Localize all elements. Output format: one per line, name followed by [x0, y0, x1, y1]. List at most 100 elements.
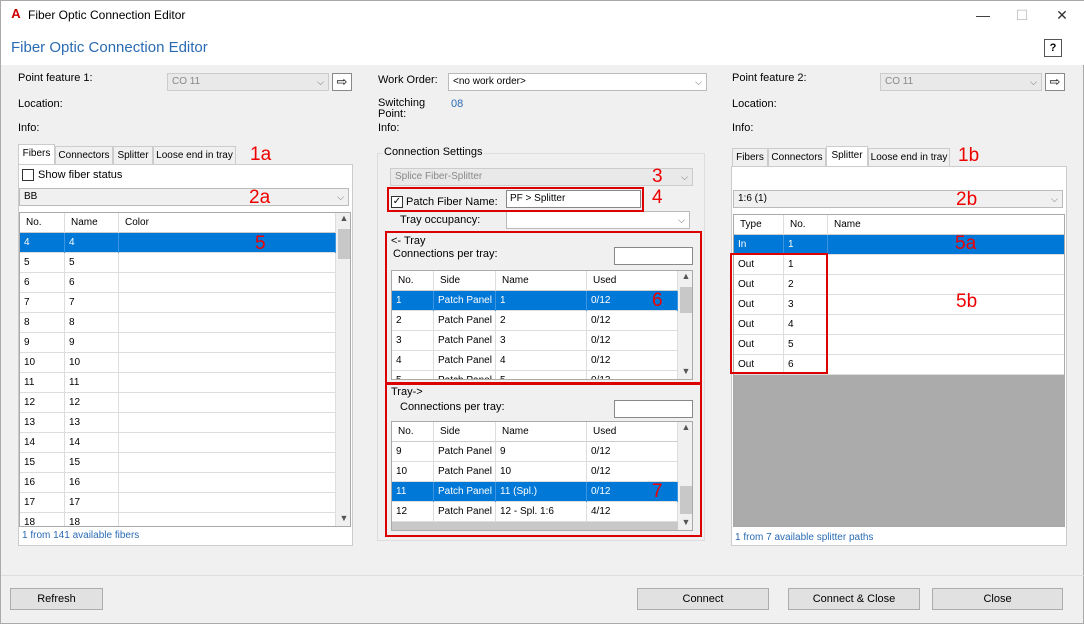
table-cell: 9: [20, 333, 65, 353]
scroll-down-icon[interactable]: ▼: [336, 513, 350, 526]
arrow-right-icon[interactable]: ⇨: [1045, 73, 1065, 91]
table-cell: 7: [20, 293, 65, 313]
table-row[interactable]: 17 17: [20, 493, 336, 513]
close-button[interactable]: Close: [932, 588, 1063, 610]
table-cell: 10: [65, 353, 119, 373]
table-cell: [828, 255, 1064, 275]
table-cell: [119, 333, 336, 353]
table-cell: [119, 393, 336, 413]
table-row[interactable]: 66: [20, 273, 336, 293]
table-cell: 14: [20, 433, 65, 453]
table-cell: 8: [20, 313, 65, 333]
scroll-up-icon[interactable]: ▲: [336, 213, 350, 227]
annotation-6: 6: [652, 290, 663, 311]
table-cell: [828, 235, 1064, 255]
annotation-box-tray-out: [385, 383, 702, 537]
fibers-scrollbar[interactable]: ▲ ▼: [336, 213, 350, 526]
tab-splitter[interactable]: Splitter: [826, 146, 868, 166]
table-cell: 6: [20, 273, 65, 293]
arrow-right-icon[interactable]: ⇨: [332, 73, 352, 91]
point-feature-2-select[interactable]: CO 11 ⌵: [880, 73, 1042, 91]
table-cell: 5: [65, 253, 119, 273]
cable-value: BB: [24, 191, 38, 202]
table-cell: [119, 433, 336, 453]
col-no[interactable]: No.: [784, 215, 828, 235]
table-cell: [119, 453, 336, 473]
col-no[interactable]: No.: [20, 213, 65, 233]
cable-select[interactable]: BB ⌵: [19, 188, 349, 206]
table-row[interactable]: 12 12: [20, 393, 336, 413]
maximize-button[interactable]: ☐: [1007, 5, 1037, 25]
point-feature-2-label: Point feature 2:: [732, 72, 807, 84]
table-row[interactable]: 16 16: [20, 473, 336, 493]
minimize-button[interactable]: —: [968, 5, 998, 25]
splitter-value: 1:6 (1): [738, 193, 767, 204]
tab-loose-end[interactable]: Loose end in tray: [153, 146, 236, 164]
table-row[interactable]: In 1: [734, 235, 1064, 255]
chevron-down-icon: ⌵: [695, 77, 702, 87]
tab-connectors[interactable]: Connectors: [55, 146, 113, 164]
show-fiber-status-checkbox[interactable]: [22, 169, 34, 181]
table-cell: 8: [65, 313, 119, 333]
tab-fibers[interactable]: Fibers: [732, 148, 768, 166]
table-cell: 13: [20, 413, 65, 433]
work-order-select[interactable]: <no work order> ⌵: [448, 73, 707, 91]
table-cell: 4: [20, 233, 65, 253]
annotation-1a: 1a: [250, 144, 272, 165]
divider: [1, 575, 1084, 576]
chevron-down-icon: ⌵: [1051, 194, 1058, 204]
table-cell: 18: [65, 513, 119, 526]
table-cell: [828, 295, 1064, 315]
col-name[interactable]: Name: [828, 215, 1064, 235]
table-row[interactable]: 11 11: [20, 373, 336, 393]
table-row[interactable]: 99: [20, 333, 336, 353]
col-name[interactable]: Name: [65, 213, 119, 233]
table-row[interactable]: 44: [20, 233, 336, 253]
point-feature-1-select[interactable]: CO 11 ⌵: [167, 73, 329, 91]
tab-fibers[interactable]: Fibers: [18, 144, 55, 164]
point-feature-1-value: CO 11: [172, 76, 201, 87]
table-row[interactable]: 15 15: [20, 453, 336, 473]
splitter-select[interactable]: 1:6 (1) ⌵: [733, 190, 1063, 208]
table-cell: 16: [20, 473, 65, 493]
table-cell: 17: [20, 493, 65, 513]
scroll-thumb[interactable]: [338, 229, 350, 259]
fibers-status: 1 from 141 available fibers: [22, 530, 140, 541]
table-row[interactable]: 18 18: [20, 513, 336, 526]
show-fiber-status-label: Show fiber status: [38, 169, 123, 181]
connection-type-select[interactable]: Splice Fiber-Splitter ⌵: [390, 168, 693, 186]
table-row[interactable]: 55: [20, 253, 336, 273]
table-cell: 1: [784, 235, 828, 255]
close-window-button[interactable]: ✕: [1047, 5, 1077, 25]
table-row[interactable]: 14 14: [20, 433, 336, 453]
table-row[interactable]: 13 13: [20, 413, 336, 433]
connect-close-button[interactable]: Connect & Close: [788, 588, 920, 610]
switching-point-value: 08: [451, 98, 464, 110]
help-button[interactable]: ?: [1044, 39, 1062, 57]
annotation-5b: 5b: [956, 291, 978, 312]
table-row[interactable]: 10 10: [20, 353, 336, 373]
table-cell: 9: [65, 333, 119, 353]
table-cell: 16: [65, 473, 119, 493]
table-row[interactable]: 77: [20, 293, 336, 313]
work-order-value: <no work order>: [453, 76, 526, 87]
chevron-down-icon: ⌵: [681, 172, 688, 182]
tab-splitter[interactable]: Splitter: [113, 146, 153, 164]
tab-loose-end[interactable]: Loose end in tray: [868, 148, 950, 166]
refresh-button[interactable]: Refresh: [10, 588, 103, 610]
tray-occupancy-select[interactable]: ⌵: [506, 211, 690, 229]
table-cell: 11: [20, 373, 65, 393]
tab-connectors[interactable]: Connectors: [768, 148, 826, 166]
table-cell: 15: [20, 453, 65, 473]
col-type[interactable]: Type: [734, 215, 784, 235]
connect-button[interactable]: Connect: [637, 588, 769, 610]
table-row[interactable]: 88: [20, 313, 336, 333]
annotation-5: 5: [255, 233, 266, 254]
col-color[interactable]: Color: [119, 213, 336, 233]
chevron-down-icon: ⌵: [678, 215, 685, 225]
connection-type-value: Splice Fiber-Splitter: [395, 171, 483, 182]
annotation-1b: 1b: [958, 145, 980, 166]
table-cell: 15: [65, 453, 119, 473]
annotation-box-patch-fiber: [387, 187, 644, 212]
tray-occupancy-label: Tray occupancy:: [400, 214, 481, 226]
